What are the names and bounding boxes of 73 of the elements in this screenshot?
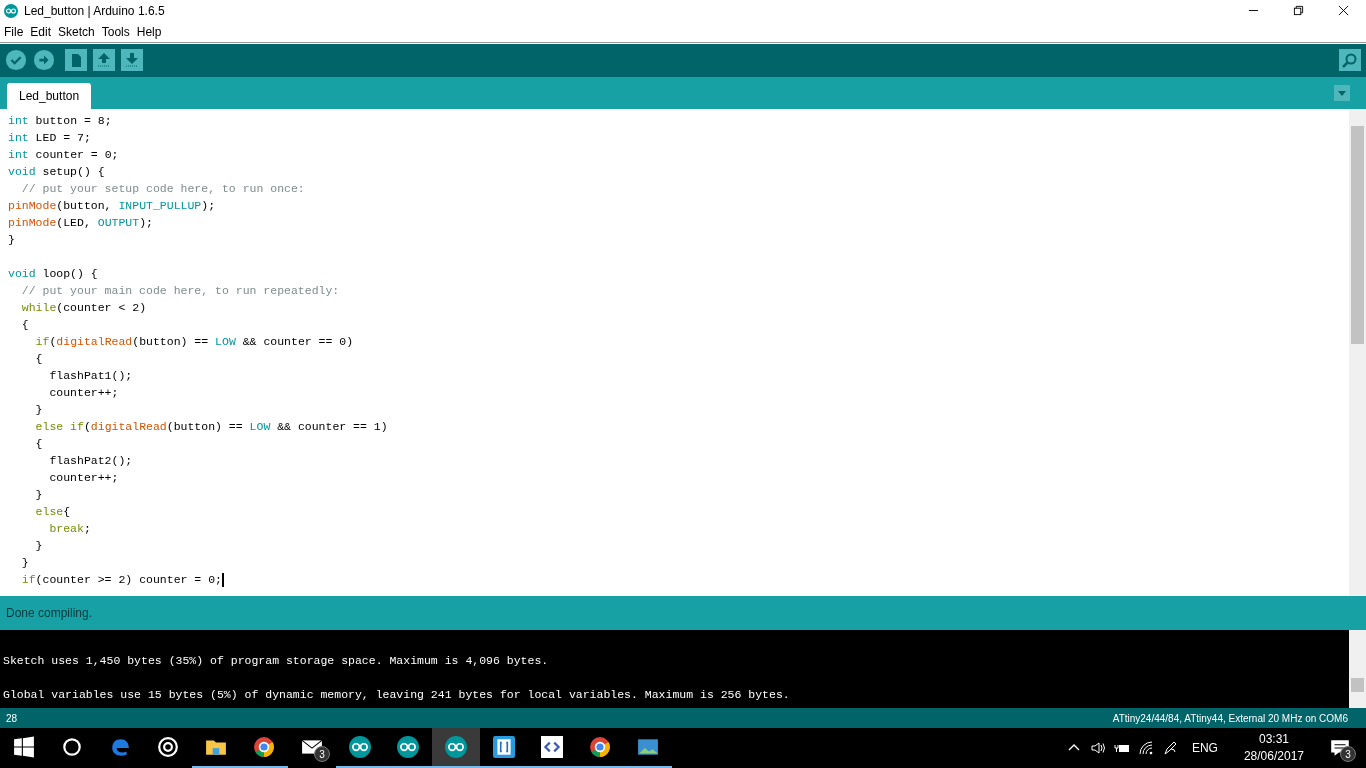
disc-icon[interactable] (157, 736, 179, 758)
code-line: } (34, 401, 43, 418)
close-icon[interactable] (1338, 5, 1349, 17)
browser-icon[interactable] (253, 736, 275, 758)
window-title: Led_button | Arduino 1.6.5 (24, 4, 166, 18)
up-arrow-button[interactable] (93, 49, 115, 72)
taskbar-button[interactable]: 3 (288, 728, 336, 768)
circle-icon[interactable] (61, 736, 83, 758)
infinity-logo-icon[interactable] (445, 736, 467, 758)
restore-icon[interactable] (1293, 5, 1304, 17)
pen-icon[interactable] (1161, 740, 1178, 756)
code-line: break; (48, 520, 91, 537)
code-line: void setup() { (8, 163, 105, 180)
code-line: { (34, 350, 43, 367)
landscape-icon[interactable] (637, 736, 659, 758)
serial-monitor-button[interactable] (1339, 49, 1361, 72)
menu-item[interactable]: Edit (30, 24, 52, 39)
code-line: int LED = 7; (8, 129, 91, 146)
board-info: ATtiny24/44/84, ATtiny44, External 20 MHz on COM6 (1112, 712, 1348, 724)
code-line: { (20, 316, 29, 333)
brackets-icon[interactable] (493, 736, 515, 758)
count-badge: 3 (1340, 746, 1356, 762)
code-icon[interactable] (541, 736, 563, 758)
line-number: 28 (6, 712, 18, 724)
status-message: Done compiling. (6, 606, 93, 621)
menu-item[interactable]: File (4, 24, 24, 39)
code-line: void loop() { (8, 265, 98, 282)
code-line: // put your main code here, to run repeatedly: (20, 282, 340, 299)
console-line: Sketch uses 1,450 bytes (35%) of program storage space. Maximum is 4,096 bytes. (3, 653, 549, 670)
code-line: { (34, 435, 43, 452)
scrollbar[interactable] (1349, 108, 1366, 597)
menu-item[interactable]: Help (136, 24, 162, 39)
code-line: pinMode(LED, OUTPUT); (8, 214, 153, 231)
code-line: } (8, 231, 15, 248)
code-line: } (34, 486, 43, 503)
console-line: Global variables use 15 bytes (5%) of dynamic memory, leaving 241 bytes for local variables. Maximum is 256 bytes. (3, 687, 790, 704)
letter-e-icon[interactable] (109, 736, 131, 758)
dropdown-button[interactable] (1334, 84, 1350, 101)
code-line: counter++; (48, 384, 119, 401)
infinity-logo-icon[interactable] (397, 736, 419, 758)
document-button[interactable] (65, 49, 87, 72)
code-line: int button = 8; (8, 112, 112, 129)
clock[interactable]: 03:31 28/06/2017 (1243, 731, 1304, 765)
console-scrollbar[interactable] (1349, 630, 1366, 709)
browser-icon[interactable] (589, 736, 611, 758)
code-line: flashPat2(); (48, 452, 133, 469)
code-line: if(digitalRead(button) == LOW && counter == 0) (34, 333, 354, 350)
menu-item[interactable]: Sketch (58, 24, 95, 39)
code-line: pinMode(button, INPUT_PULLUP); (8, 197, 216, 214)
taskbar-button[interactable] (432, 728, 480, 768)
code-line: while(counter < 2) (20, 299, 147, 316)
code-line: int counter = 0; (8, 146, 119, 163)
arduino-logo-icon (4, 4, 18, 18)
menu-item[interactable]: Tools (101, 24, 130, 39)
notifications-button[interactable]: 3 (1324, 728, 1356, 768)
code-line: flashPat1(); (48, 367, 133, 384)
code-line: counter++; (48, 469, 119, 486)
code-line: if(counter >= 2) counter = 0; (20, 571, 224, 588)
speaker-icon[interactable] (1089, 740, 1106, 756)
wifi-icon[interactable] (1137, 740, 1154, 756)
language-indicator[interactable]: ENG (1191, 741, 1218, 755)
code-line: else{ (34, 503, 71, 520)
code-line: // put your setup code here, to run once: (20, 180, 305, 197)
code-line: } (34, 537, 43, 554)
code-line: else if(digitalRead(button) == LOW && counter == 1) (34, 418, 388, 435)
down-arrow-button[interactable] (121, 49, 143, 72)
checkmark-button[interactable] (5, 49, 27, 72)
infinity-logo-icon[interactable] (349, 736, 371, 758)
windows-logo-icon[interactable] (13, 736, 35, 758)
sketch-tab[interactable]: Led_button (7, 82, 92, 109)
count-badge: 3 (314, 746, 330, 762)
code-line: } (20, 554, 29, 571)
right-arrow-button[interactable] (33, 49, 55, 72)
